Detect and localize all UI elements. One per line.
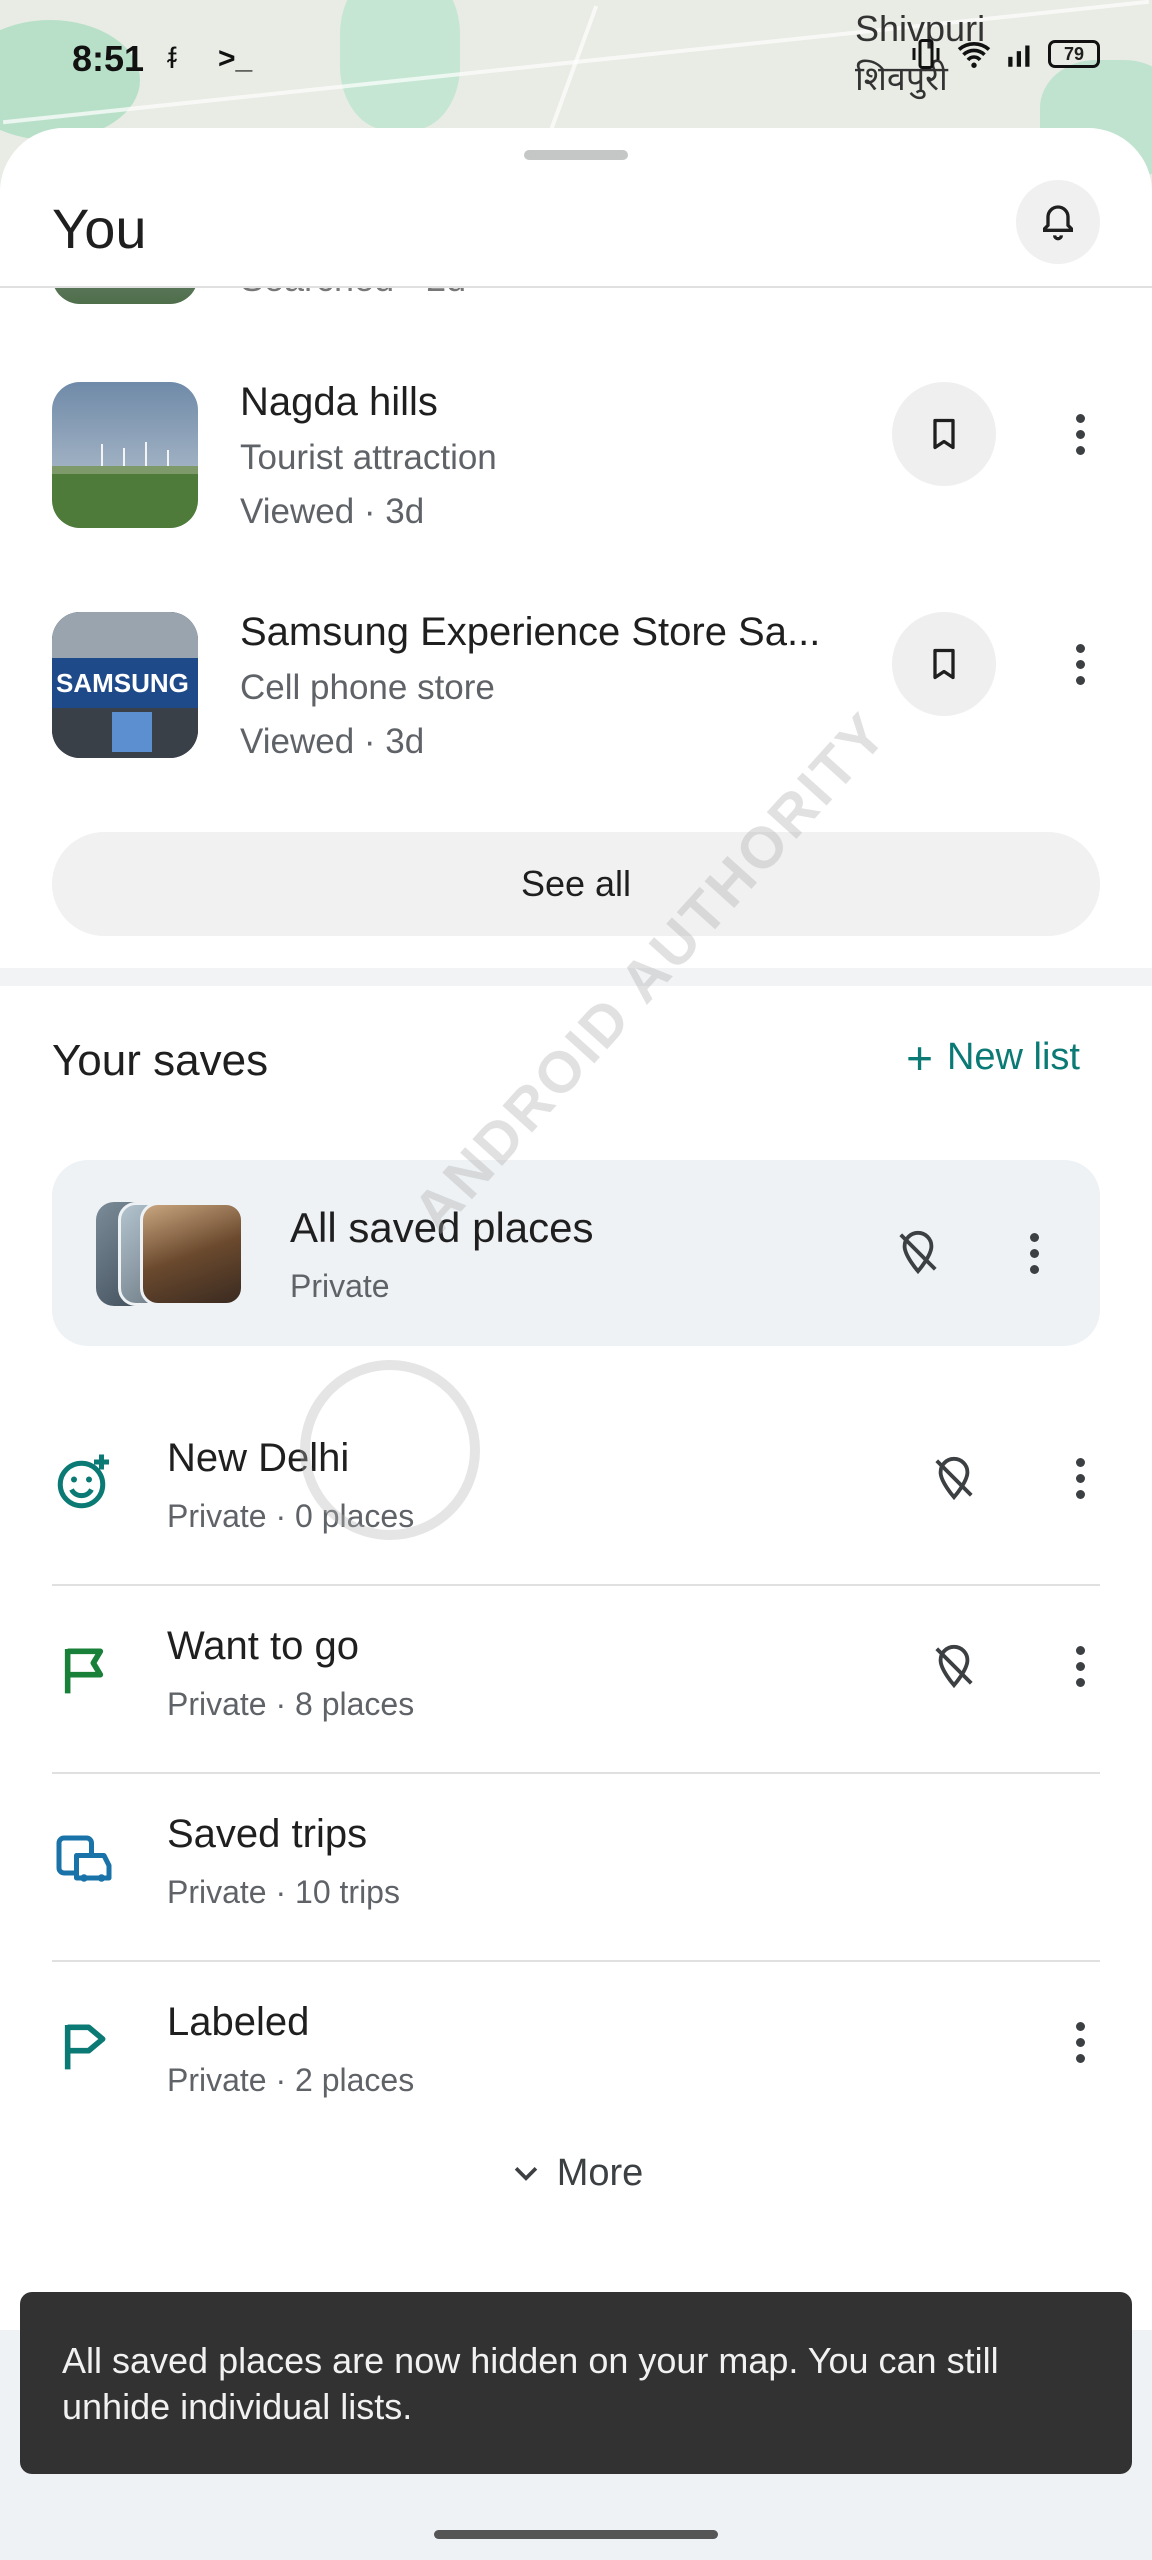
place-thumbnail: SAMSUNG (52, 612, 198, 758)
see-all-button[interactable]: See all (52, 832, 1100, 936)
snackbar-message: All saved places are now hidden on your … (62, 2340, 999, 2427)
more-options-button[interactable] (1060, 2002, 1100, 2082)
snackbar: All saved places are now hidden on your … (20, 2292, 1132, 2474)
saved-list-labeled[interactable]: Labeled Private · 2 places (52, 1962, 1100, 2150)
place-title: Nagda hills (240, 380, 438, 424)
wifi-icon (957, 42, 991, 68)
section-divider (0, 968, 1152, 986)
more-label: More (556, 2152, 644, 2194)
new-list-label: New list (946, 1036, 1080, 1078)
saved-list-saved-trips[interactable]: Saved trips Private · 10 trips (52, 1774, 1100, 1962)
more-lists-button[interactable]: More (0, 2152, 1152, 2195)
bookmark-icon (933, 648, 955, 680)
list-subtitle: Private · 10 trips (167, 1874, 400, 1910)
trips-icon (52, 1826, 116, 1890)
place-category: Cell phone store (240, 668, 495, 707)
vibrate-icon (912, 39, 940, 69)
label-flag-icon (52, 2014, 116, 2078)
signal-icon (1008, 45, 1030, 67)
recent-item-samsung-store[interactable]: SAMSUNG Samsung Experience Store Sa... C… (52, 592, 1100, 772)
you-bottom-sheet: You Searched · 2d Nagda hills Tourist at… (0, 128, 1152, 2560)
list-title: Saved trips (167, 1812, 368, 1856)
new-list-button[interactable]: + New list (906, 1031, 1080, 1084)
store-sign-text: SAMSUNG (56, 668, 189, 698)
gesture-nav-bar[interactable] (434, 2530, 718, 2539)
place-meta: Viewed · 3d (240, 492, 425, 531)
more-options-button[interactable] (1060, 1438, 1100, 1518)
more-options-button[interactable] (1060, 1626, 1100, 1706)
list-title: New Delhi (167, 1436, 350, 1480)
status-bar: 8:51 ᵮ >_ Shivpuri शिवपुरी 79 (0, 0, 1152, 120)
terminal-icon: >_ (218, 42, 253, 75)
saved-places-thumbnails (96, 1202, 246, 1306)
more-options-button[interactable] (1014, 1213, 1054, 1293)
plus-icon: + (906, 1031, 933, 1084)
place-category: Tourist attraction (240, 438, 497, 477)
page-title: You (52, 197, 147, 260)
location-off-icon (899, 1230, 937, 1275)
saved-list-want-to-go[interactable]: Want to go Private · 8 places (52, 1586, 1100, 1774)
bell-icon (1043, 205, 1073, 241)
list-title: Labeled (167, 2000, 310, 2044)
place-thumbnail (52, 382, 198, 528)
recent-item-nagda-hills[interactable]: Nagda hills Tourist attraction Viewed · … (52, 362, 1100, 542)
battery-level: 79 (1063, 43, 1085, 64)
sheet-header: You (0, 128, 1152, 288)
more-options-button[interactable] (1060, 624, 1100, 704)
emoji-add-icon (52, 1450, 116, 1514)
app-notification-icon: ᵮ (168, 42, 177, 75)
place-meta: Viewed · 3d (240, 722, 425, 761)
place-title: Samsung Experience Store Sa... (240, 610, 821, 654)
list-subtitle: Private · 2 places (167, 2062, 415, 2098)
list-subtitle: Private · 8 places (167, 1686, 415, 1722)
hidden-on-map-button[interactable] (888, 1222, 948, 1282)
all-saved-places-card[interactable]: All saved places Private (52, 1160, 1100, 1346)
flag-icon (52, 1638, 116, 1702)
list-title: Want to go (167, 1624, 359, 1668)
saved-list-new-delhi[interactable]: New Delhi Private · 0 places (52, 1398, 1100, 1586)
all-saved-subtitle: Private (290, 1268, 390, 1304)
list-subtitle: Private · 0 places (167, 1498, 415, 1534)
hidden-on-map-button[interactable] (924, 1636, 984, 1696)
save-button[interactable] (892, 612, 996, 716)
battery-icon: 79 (1048, 40, 1100, 68)
location-off-icon (935, 1644, 973, 1689)
save-button[interactable] (892, 382, 996, 486)
status-time: 8:51 (72, 38, 145, 79)
bookmark-icon (933, 418, 955, 450)
hidden-on-map-button[interactable] (924, 1448, 984, 1508)
more-options-button[interactable] (1060, 394, 1100, 474)
section-title: Your saves (52, 1036, 269, 1085)
drag-handle[interactable] (524, 150, 628, 160)
location-off-icon (935, 1456, 973, 1501)
notifications-button[interactable] (1016, 180, 1100, 264)
chevron-down-icon (514, 2166, 537, 2181)
